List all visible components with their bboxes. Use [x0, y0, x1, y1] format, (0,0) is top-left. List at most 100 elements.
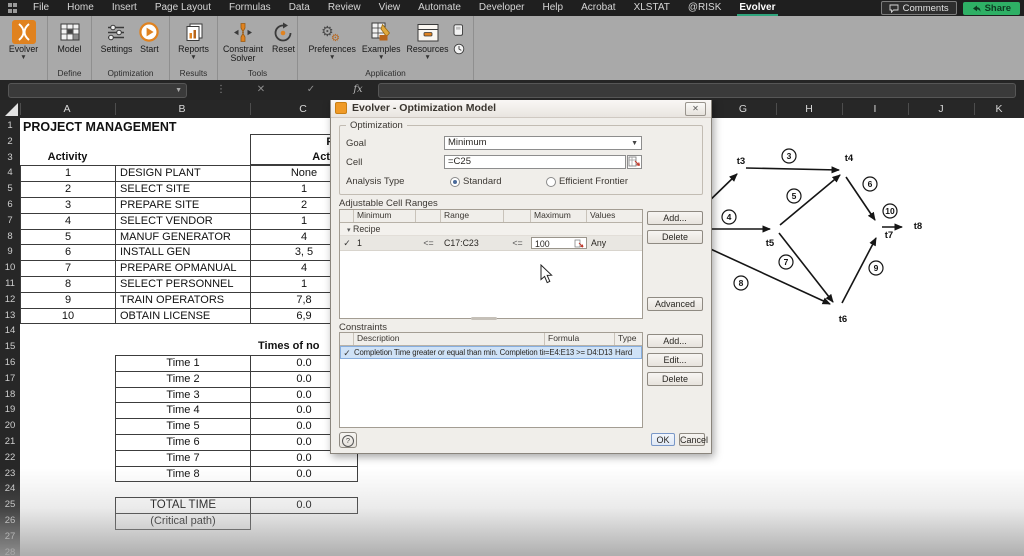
- activity-number-cell[interactable]: 2: [21, 182, 116, 198]
- adjustable-ranges-table[interactable]: Minimum Range Maximum Values ▾ Recipe ✓ …: [339, 209, 643, 319]
- row-header-10[interactable]: 10: [0, 260, 20, 276]
- clock-icon[interactable]: [453, 42, 465, 60]
- ok-button[interactable]: OK: [651, 433, 675, 446]
- menu-tab-view[interactable]: View: [370, 0, 410, 16]
- constraint-solver-button[interactable]: Constraint Solver: [218, 19, 268, 64]
- time-label-cell[interactable]: Time 5: [116, 419, 251, 435]
- app-grid-icon[interactable]: [8, 3, 18, 13]
- activity-name-cell[interactable]: MANUF GENERATOR: [116, 230, 251, 246]
- dialog-title-bar[interactable]: Evolver - Optimization Model: [331, 99, 711, 118]
- row-header-23[interactable]: 23: [0, 466, 20, 482]
- confirm-entry-icon[interactable]: ✓: [305, 80, 317, 100]
- activity-name-cell[interactable]: PREPARE OPMANUAL: [116, 261, 251, 277]
- row-header-3[interactable]: 3: [0, 150, 20, 166]
- row-header-4[interactable]: 4: [0, 165, 20, 181]
- row-header-11[interactable]: 11: [0, 276, 20, 292]
- row-header-15[interactable]: 15: [0, 339, 20, 355]
- cell-reference-picker-button[interactable]: [627, 155, 642, 169]
- column-header-k[interactable]: K: [995, 100, 1002, 118]
- splitter-grip[interactable]: [471, 317, 497, 320]
- menu-tab-page-layout[interactable]: Page Layout: [146, 0, 220, 16]
- activity-name-cell[interactable]: TRAIN OPERATORS: [116, 293, 251, 309]
- times-header-cell[interactable]: Times of no: [258, 340, 320, 352]
- activity-number-cell[interactable]: 7: [21, 261, 116, 277]
- row-header-13[interactable]: 13: [0, 308, 20, 324]
- total-label-cell[interactable]: TOTAL TIME: [116, 498, 251, 514]
- range-values-type[interactable]: Any: [587, 237, 642, 249]
- activity-number-cell[interactable]: 5: [21, 230, 116, 246]
- model-button[interactable]: Model: [56, 19, 84, 55]
- activity-number-cell[interactable]: 10: [21, 309, 116, 325]
- advanced-button[interactable]: Advanced: [647, 297, 703, 311]
- menu-tab-xlstat[interactable]: XLSTAT: [625, 0, 679, 16]
- column-header-g[interactable]: G: [739, 100, 747, 118]
- recipe-group-row[interactable]: ▾ Recipe: [340, 223, 642, 236]
- maximum-reference-picker-icon[interactable]: [574, 239, 586, 249]
- activity-name-cell[interactable]: DESIGN PLANT: [116, 166, 251, 182]
- time-label-cell[interactable]: Time 3: [116, 388, 251, 404]
- total-value-cell[interactable]: 0.0: [251, 498, 358, 514]
- row-header-27[interactable]: 27: [0, 529, 20, 545]
- row-header-25[interactable]: 25: [0, 497, 20, 513]
- reset-button[interactable]: Reset: [270, 19, 297, 55]
- row-header-28[interactable]: 28: [0, 545, 20, 556]
- row-header-6[interactable]: 6: [0, 197, 20, 213]
- time-value-cell[interactable]: 0.0: [251, 467, 358, 483]
- activity-name-cell[interactable]: SELECT PERSONNEL: [116, 277, 251, 293]
- row-header-22[interactable]: 22: [0, 450, 20, 466]
- dialog-close-button[interactable]: ✕: [685, 102, 706, 116]
- cell-a3-activity-header[interactable]: Activity: [20, 151, 115, 163]
- adjustable-range-row[interactable]: ✓ 1 <= C17:C23 <= 100 Any: [340, 236, 642, 251]
- column-header-j[interactable]: J: [938, 100, 943, 118]
- range-checkbox-checked-icon[interactable]: ✓: [340, 237, 354, 249]
- select-all-corner[interactable]: [0, 100, 20, 118]
- time-label-cell[interactable]: Time 6: [116, 435, 251, 451]
- time-label-cell[interactable]: Time 1: [116, 356, 251, 372]
- activity-number-cell[interactable]: 4: [21, 214, 116, 230]
- time-label-cell[interactable]: Time 2: [116, 372, 251, 388]
- range-maximum-input[interactable]: 100: [531, 237, 587, 249]
- menu-tab-developer[interactable]: Developer: [470, 0, 534, 16]
- menu-tab-formulas[interactable]: Formulas: [220, 0, 280, 16]
- row-header-16[interactable]: 16: [0, 355, 20, 371]
- radio-standard[interactable]: [450, 177, 460, 187]
- examples-button[interactable]: Examples▼: [360, 19, 403, 62]
- column-header-i[interactable]: I: [874, 100, 877, 118]
- settings-button[interactable]: Settings: [99, 19, 135, 55]
- constraints-add-button[interactable]: Add...: [647, 334, 703, 348]
- row-header-21[interactable]: 21: [0, 434, 20, 450]
- activity-name-cell[interactable]: SELECT VENDOR: [116, 214, 251, 230]
- name-box-caret-icon[interactable]: ▼: [175, 84, 182, 97]
- column-header-a[interactable]: A: [63, 100, 70, 118]
- row-header-18[interactable]: 18: [0, 387, 20, 403]
- column-header-h[interactable]: H: [805, 100, 813, 118]
- critical-path-cell[interactable]: (Critical path): [116, 514, 251, 530]
- adjustable-delete-button[interactable]: Delete: [647, 230, 703, 244]
- menu-tab-risk[interactable]: @RISK: [679, 0, 731, 16]
- comments-button[interactable]: Comments: [881, 1, 957, 15]
- row-header-19[interactable]: 19: [0, 402, 20, 418]
- notepad-icon[interactable]: [453, 23, 465, 41]
- menu-tab-evolver[interactable]: Evolver: [730, 0, 784, 16]
- time-label-cell[interactable]: Time 8: [116, 467, 251, 483]
- menu-tab-automate[interactable]: Automate: [409, 0, 470, 16]
- collapse-caret-icon[interactable]: ▾: [347, 227, 351, 234]
- menu-tab-review[interactable]: Review: [319, 0, 370, 16]
- column-header-c[interactable]: C: [299, 100, 307, 118]
- share-button[interactable]: Share: [963, 2, 1020, 15]
- resources-button[interactable]: Resources▼: [405, 19, 451, 62]
- constraint-checkbox-checked-icon[interactable]: ✓: [340, 347, 354, 359]
- activity-number-cell[interactable]: 9: [21, 293, 116, 309]
- row-header-12[interactable]: 12: [0, 292, 20, 308]
- menu-tab-help[interactable]: Help: [534, 0, 573, 16]
- row-header-7[interactable]: 7: [0, 213, 20, 229]
- menu-tab-acrobat[interactable]: Acrobat: [572, 0, 624, 16]
- activity-number-cell[interactable]: 3: [21, 198, 116, 214]
- row-header-8[interactable]: 8: [0, 229, 20, 245]
- range-minimum-value[interactable]: 1: [354, 237, 416, 249]
- constraints-edit-button[interactable]: Edit...: [647, 353, 703, 367]
- evolver-button[interactable]: Evolver▼: [7, 19, 40, 62]
- activity-name-cell[interactable]: INSTALL GEN: [116, 245, 251, 261]
- cell-a1-title[interactable]: PROJECT MANAGEMENT: [23, 120, 176, 134]
- row-header-9[interactable]: 9: [0, 244, 20, 260]
